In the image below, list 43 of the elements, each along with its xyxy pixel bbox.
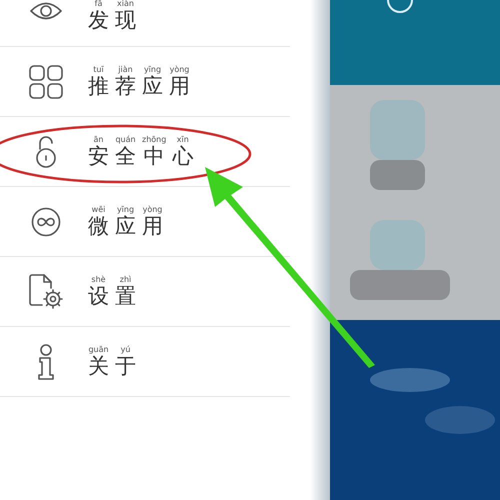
character-text: 现 (115, 10, 136, 31)
pinyin-text: yīng (144, 66, 162, 74)
character-text: 应 (115, 216, 136, 237)
infinity-icon (31, 206, 61, 236)
character-text: 荐 (115, 76, 136, 97)
pinyin-text: yīng (116, 206, 134, 214)
pinyin-text: yòng (170, 66, 190, 74)
grid-icon (29, 64, 63, 98)
pinyin-text: yòng (142, 206, 162, 214)
character-text: 关 (88, 356, 109, 377)
pinyin-text: guān (88, 346, 109, 354)
character-text: 推 (88, 76, 109, 97)
pinyin-text: yú (120, 346, 130, 354)
character-text: 安 (88, 146, 109, 167)
file-gear-icon (29, 274, 63, 310)
character-text: 用 (169, 76, 190, 97)
pinyin-text: fā (94, 0, 102, 8)
character-text: 微 (88, 216, 109, 237)
pinyin-text: ān (94, 136, 104, 144)
character-text: 发 (88, 10, 109, 31)
menu-item[interactable]: tuī 推 jiàn 荐 yīng 应 yòng 用 (88, 66, 190, 97)
character-text: 中 (144, 146, 165, 167)
eye-icon (29, 0, 63, 22)
character-text: 于 (115, 356, 136, 377)
pinyin-text: zhì (120, 276, 132, 284)
pinyin-text: quán (115, 136, 136, 144)
character-text: 用 (142, 216, 163, 237)
pinyin-text: zhōng (142, 136, 166, 144)
menu-item[interactable]: wēi 微 yīng 应 yòng 用 (88, 206, 163, 237)
character-text: 置 (115, 286, 136, 307)
menu-item[interactable]: guān 关 yú 于 (88, 346, 136, 377)
padlock-icon (35, 134, 57, 168)
character-text: 心 (172, 146, 194, 167)
character-text: 全 (115, 146, 136, 167)
pinyin-text: shè (91, 276, 106, 284)
pinyin-text: jiàn (118, 66, 133, 74)
pinyin-text: tuī (93, 66, 104, 74)
character-text: 设 (88, 286, 109, 307)
pinyin-text: wēi (92, 206, 106, 214)
pinyin-text: xīn (176, 136, 189, 144)
menu-item[interactable]: shè 设 zhì 置 (88, 276, 136, 307)
character-text: 应 (142, 76, 163, 97)
info-person-icon (36, 344, 56, 380)
